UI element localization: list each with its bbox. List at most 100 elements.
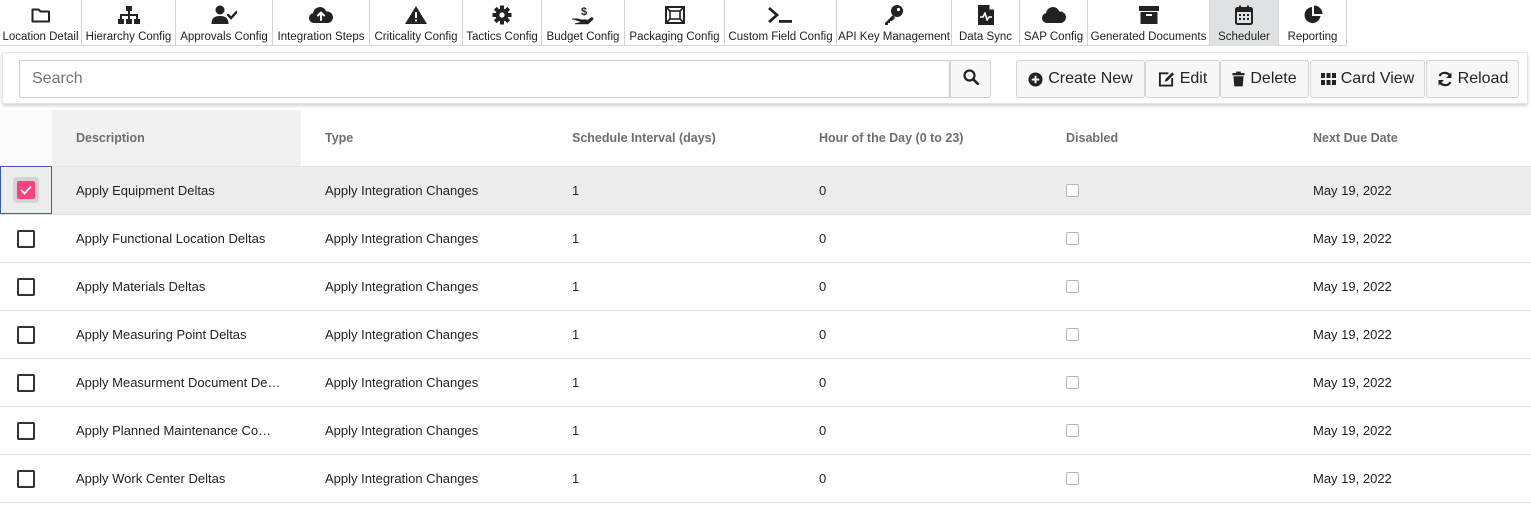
row-select-checkbox[interactable] [17,325,35,344]
top-nav: Location Detail Hierarchy Config Approva… [0,0,1347,46]
nav-item-label: Budget Config [546,31,620,43]
cell-hour: 0 [819,183,827,198]
cloud-icon [1020,0,1087,30]
nav-item-criticality-config[interactable]: Criticality Config [370,0,463,46]
trash-icon [1232,71,1245,87]
folder-icon [0,0,81,30]
check-icon [17,181,35,199]
toolbar: Create New Edit Delete Card View Reload [2,52,1528,104]
disabled-checkbox[interactable] [1066,424,1079,437]
refresh-icon [1437,71,1453,87]
warning-icon [370,0,462,30]
hand-dollar-icon: $ [542,0,624,30]
cell-description: Apply Measuring Point Deltas [76,327,247,342]
reload-button[interactable]: Reload [1426,60,1519,98]
nav-item-budget-config[interactable]: $ Budget Config [542,0,625,46]
nav-item-packaging-config[interactable]: Packaging Config [625,0,725,46]
table-row[interactable]: Apply Measuring Point Deltas Apply Integ… [0,311,1531,359]
nav-item-api-key-management[interactable]: API Key Management [837,0,952,46]
delete-button[interactable]: Delete [1220,60,1309,98]
nav-item-custom-field-config[interactable]: Custom Field Config [725,0,837,46]
row-select-checkbox[interactable] [17,373,35,392]
nav-item-data-sync[interactable]: Data Sync [952,0,1020,46]
nav-item-approvals-config[interactable]: Approvals Config [176,0,273,46]
table-row[interactable]: Apply Materials Deltas Apply Integration… [0,263,1531,311]
cell-interval: 1 [572,471,580,486]
column-header-next-due-date[interactable]: Next Due Date [1313,110,1398,166]
terminal-icon [725,0,836,30]
edit-icon [1158,71,1175,87]
disabled-checkbox[interactable] [1066,184,1079,197]
row-select-checkbox[interactable] [13,177,39,203]
nav-item-integration-steps[interactable]: Integration Steps [273,0,370,46]
disabled-checkbox[interactable] [1066,232,1079,245]
cell-type: Apply Integration Changes [325,375,479,390]
row-select-checkbox[interactable] [17,277,35,296]
table-row[interactable]: Apply Equipment Deltas Apply Integration… [0,166,1531,215]
row-select-checkbox[interactable] [17,469,35,488]
search-button[interactable] [950,60,991,98]
cell-description: Apply Work Center Deltas [76,471,226,486]
cell-next-due-date: May 19, 2022 [1313,183,1392,198]
table-row[interactable]: Apply Planned Maintenance Com… Apply Int… [0,407,1531,455]
table-row[interactable]: Apply Measurment Document De… Apply Inte… [0,359,1531,407]
cell-disabled [1066,407,1079,454]
column-header-type[interactable]: Type [325,110,353,166]
column-header-schedule-interval[interactable]: Schedule Interval (days) [572,110,716,166]
cell-interval: 1 [572,231,580,246]
disabled-checkbox[interactable] [1066,376,1079,389]
nav-item-label: Packaging Config [629,31,720,43]
table-row[interactable]: Apply Functional Location Deltas Apply I… [0,215,1531,263]
cell-disabled [1066,311,1079,358]
cell-description: Apply Materials Deltas [76,279,206,294]
cell-interval: 1 [572,279,580,294]
nav-item-generated-documents[interactable]: Generated Documents [1088,0,1210,46]
row-select-cell [0,455,52,502]
nav-item-label: Location Detail [2,31,79,43]
column-header-hour-of-day[interactable]: Hour of the Day (0 to 23) [819,110,963,166]
grid-view-icon [1320,73,1336,85]
disabled-checkbox[interactable] [1066,328,1079,341]
pie-chart-icon [1279,0,1346,30]
header-checkbox-cell [0,110,52,166]
row-select-cell [0,215,52,262]
create-new-button[interactable]: Create New [1016,60,1145,98]
row-select-checkbox[interactable] [17,421,35,440]
cell-interval: 1 [572,423,580,438]
row-select-checkbox[interactable] [17,229,35,248]
nav-item-hierarchy-config[interactable]: Hierarchy Config [82,0,176,46]
nav-item-location-detail[interactable]: Location Detail [0,0,82,46]
key-icon [837,0,951,30]
nav-item-label: SAP Config [1023,31,1084,43]
grid-header: Description Type Schedule Interval (days… [0,110,1531,167]
nav-item-label: Integration Steps [277,31,365,43]
search-input[interactable] [19,60,950,98]
nav-item-scheduler[interactable]: Scheduler [1210,0,1279,46]
cell-disabled [1066,455,1079,502]
cell-next-due-date: May 19, 2022 [1313,471,1392,486]
cell-hour: 0 [819,279,827,294]
cell-type: Apply Integration Changes [325,327,479,342]
cell-interval: 1 [572,183,580,198]
nav-item-label: API Key Management [838,31,950,43]
nav-item-sap-config[interactable]: SAP Config [1020,0,1088,46]
edit-button[interactable]: Edit [1145,60,1220,98]
nav-item-tactics-config[interactable]: Tactics Config [463,0,542,46]
cell-disabled [1066,167,1079,214]
table-row[interactable]: Apply Work Center Deltas Apply Integrati… [0,455,1531,503]
nav-item-label: Criticality Config [374,31,458,43]
card-view-button[interactable]: Card View [1310,60,1425,98]
cloud-upload-icon [273,0,369,30]
nav-item-reporting[interactable]: Reporting [1279,0,1347,46]
cell-type: Apply Integration Changes [325,423,479,438]
column-header-disabled[interactable]: Disabled [1066,110,1118,166]
cell-disabled [1066,215,1079,262]
disabled-checkbox[interactable] [1066,472,1079,485]
cell-description: Apply Functional Location Deltas [76,231,266,246]
row-select-cell [0,407,52,454]
nav-item-label: Reporting [1287,31,1338,43]
disabled-checkbox[interactable] [1066,280,1079,293]
cell-hour: 0 [819,423,827,438]
scheduler-grid: Description Type Schedule Interval (days… [0,110,1531,503]
column-header-description[interactable]: Description [76,110,145,166]
